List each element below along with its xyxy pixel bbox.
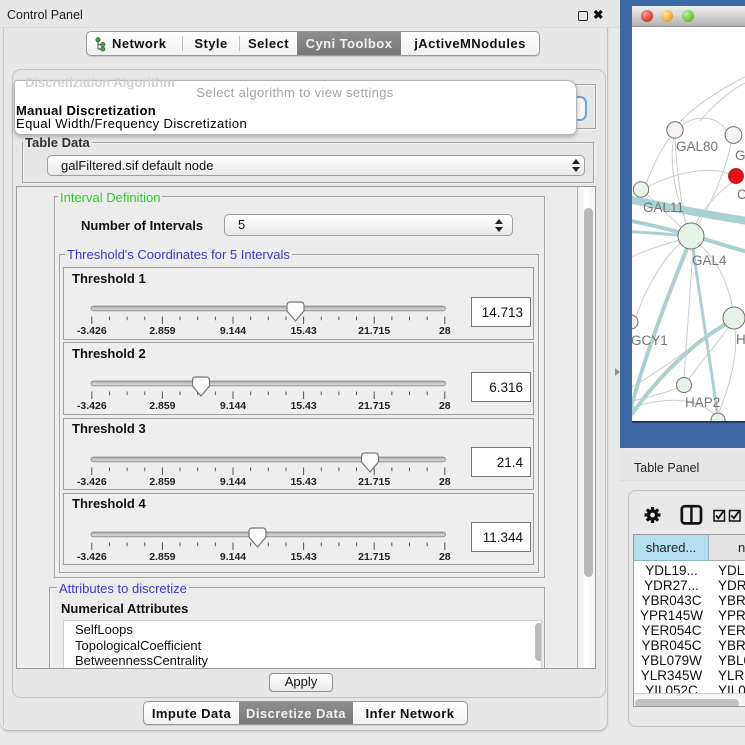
svg-text:28: 28 <box>439 400 451 412</box>
svg-text:28: 28 <box>439 476 451 488</box>
svg-text:2.859: 2.859 <box>149 476 175 488</box>
svg-text:H: H <box>736 332 745 347</box>
svg-text:9.144: 9.144 <box>220 551 246 563</box>
svg-text:HAP2: HAP2 <box>685 395 720 410</box>
svg-text:-3.426: -3.426 <box>77 400 107 412</box>
svg-text:28: 28 <box>439 551 451 563</box>
svg-text:2.859: 2.859 <box>149 325 175 337</box>
svg-text:C: C <box>737 187 745 202</box>
svg-text:2.859: 2.859 <box>149 551 175 563</box>
svg-text:2.859: 2.859 <box>149 400 175 412</box>
svg-text:9.144: 9.144 <box>220 325 246 337</box>
svg-text:-3.426: -3.426 <box>77 551 107 563</box>
svg-text:21.715: 21.715 <box>358 400 390 412</box>
svg-text:GAL11: GAL11 <box>643 200 684 215</box>
svg-text:GAL4: GAL4 <box>692 253 727 268</box>
svg-text:15.43: 15.43 <box>290 325 316 337</box>
svg-text:28: 28 <box>439 325 451 337</box>
svg-text:9.144: 9.144 <box>220 476 246 488</box>
svg-text:21.715: 21.715 <box>358 325 390 337</box>
svg-text:9.144: 9.144 <box>220 400 246 412</box>
svg-text:15.43: 15.43 <box>290 400 316 412</box>
svg-text:-3.426: -3.426 <box>77 476 107 488</box>
svg-text:21.715: 21.715 <box>358 476 390 488</box>
svg-text:GAL80: GAL80 <box>676 139 718 154</box>
svg-text:GA: GA <box>735 148 745 163</box>
svg-text:-3.426: -3.426 <box>77 325 107 337</box>
svg-text:15.43: 15.43 <box>290 551 316 563</box>
svg-text:GCY1: GCY1 <box>632 333 668 348</box>
svg-text:15.43: 15.43 <box>290 476 316 488</box>
svg-text:21.715: 21.715 <box>358 551 390 563</box>
